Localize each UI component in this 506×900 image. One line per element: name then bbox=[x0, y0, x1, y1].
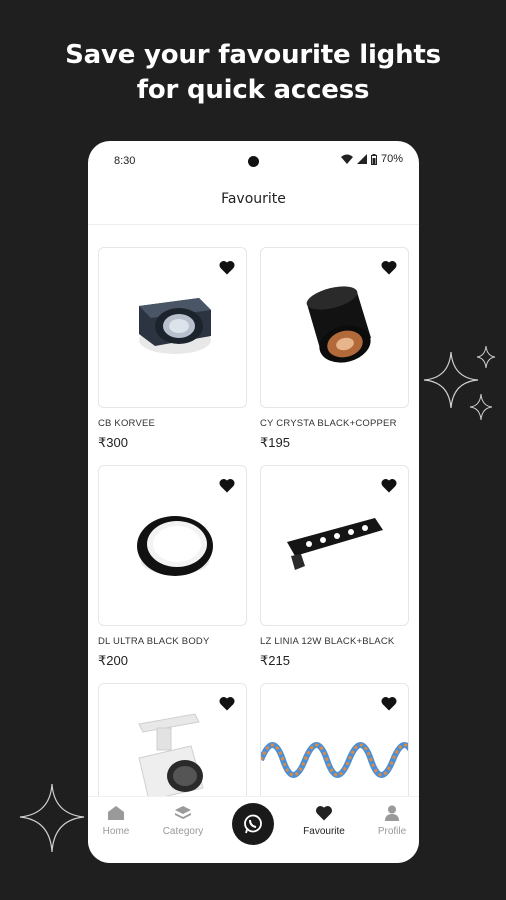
heart-filled-icon[interactable] bbox=[219, 696, 235, 711]
product-price: ₹195 bbox=[260, 435, 290, 450]
product-card[interactable]: LZ LINIA 12W BLACK+BLACK ₹215 bbox=[260, 465, 409, 670]
wifi-icon bbox=[340, 154, 353, 164]
page-title: Favourite bbox=[221, 191, 286, 207]
nav-profile[interactable]: Profile bbox=[362, 805, 419, 837]
app-bar: Favourite bbox=[88, 179, 419, 225]
heart-filled-icon[interactable] bbox=[381, 260, 397, 275]
product-name: LZ LINIA 12W BLACK+BLACK bbox=[260, 636, 395, 647]
product-image[interactable] bbox=[98, 247, 247, 408]
battery-icon bbox=[370, 153, 377, 165]
product-card[interactable]: CB KORVEE ₹300 bbox=[98, 247, 247, 452]
sparkle-icon bbox=[423, 345, 496, 421]
product-card[interactable]: CY CRYSTA BLACK+COPPER ₹195 bbox=[260, 247, 409, 452]
phone-screen: 8:30 70% Favourite CB KORVEE ₹300 CY CRY… bbox=[88, 141, 419, 863]
heart-filled-icon[interactable] bbox=[219, 478, 235, 493]
sparkle-icon bbox=[19, 783, 85, 853]
headline: Save your favourite lights for quick acc… bbox=[0, 38, 506, 108]
favourites-grid: CB KORVEE ₹300 CY CRYSTA BLACK+COPPER ₹1… bbox=[98, 247, 410, 863]
layers-icon bbox=[175, 806, 191, 819]
product-name: CB KORVEE bbox=[98, 418, 156, 429]
whatsapp-icon bbox=[244, 814, 262, 834]
status-time: 8:30 bbox=[114, 155, 136, 167]
product-image[interactable] bbox=[260, 465, 409, 626]
heart-filled-icon[interactable] bbox=[219, 260, 235, 275]
headline-line-1: Save your favourite lights bbox=[65, 40, 441, 70]
product-price: ₹200 bbox=[98, 653, 128, 668]
nav-favourite-label: Favourite bbox=[303, 826, 345, 837]
product-name: DL ULTRA BLACK BODY bbox=[98, 636, 210, 647]
nav-category[interactable]: Category bbox=[153, 805, 213, 837]
nav-home[interactable]: Home bbox=[88, 805, 146, 837]
nav-home-label: Home bbox=[102, 826, 130, 837]
bottom-navigation: Home Category Favourite Profile bbox=[88, 796, 419, 863]
heart-filled-icon[interactable] bbox=[381, 696, 397, 711]
headline-line-2: for quick access bbox=[136, 75, 370, 105]
camera-cutout bbox=[248, 156, 259, 167]
whatsapp-button[interactable] bbox=[232, 803, 274, 845]
signal-icon bbox=[356, 154, 367, 164]
product-card[interactable]: DL ULTRA BLACK BODY ₹200 bbox=[98, 465, 247, 670]
product-image[interactable] bbox=[260, 247, 409, 408]
nav-category-label: Category bbox=[162, 826, 204, 837]
heart-filled-icon[interactable] bbox=[381, 478, 397, 493]
product-name: CY CRYSTA BLACK+COPPER bbox=[260, 418, 397, 429]
status-icons: 70% bbox=[340, 153, 403, 165]
battery-percent: 70% bbox=[380, 153, 403, 165]
nav-profile-label: Profile bbox=[377, 826, 407, 837]
product-price: ₹300 bbox=[98, 435, 128, 450]
product-price: ₹215 bbox=[260, 653, 290, 668]
nav-favourite[interactable]: Favourite bbox=[294, 805, 354, 837]
heart-icon bbox=[315, 806, 333, 821]
user-icon bbox=[385, 805, 399, 821]
status-bar: 8:30 70% bbox=[88, 141, 419, 179]
product-image[interactable] bbox=[98, 465, 247, 626]
home-icon bbox=[108, 806, 124, 820]
